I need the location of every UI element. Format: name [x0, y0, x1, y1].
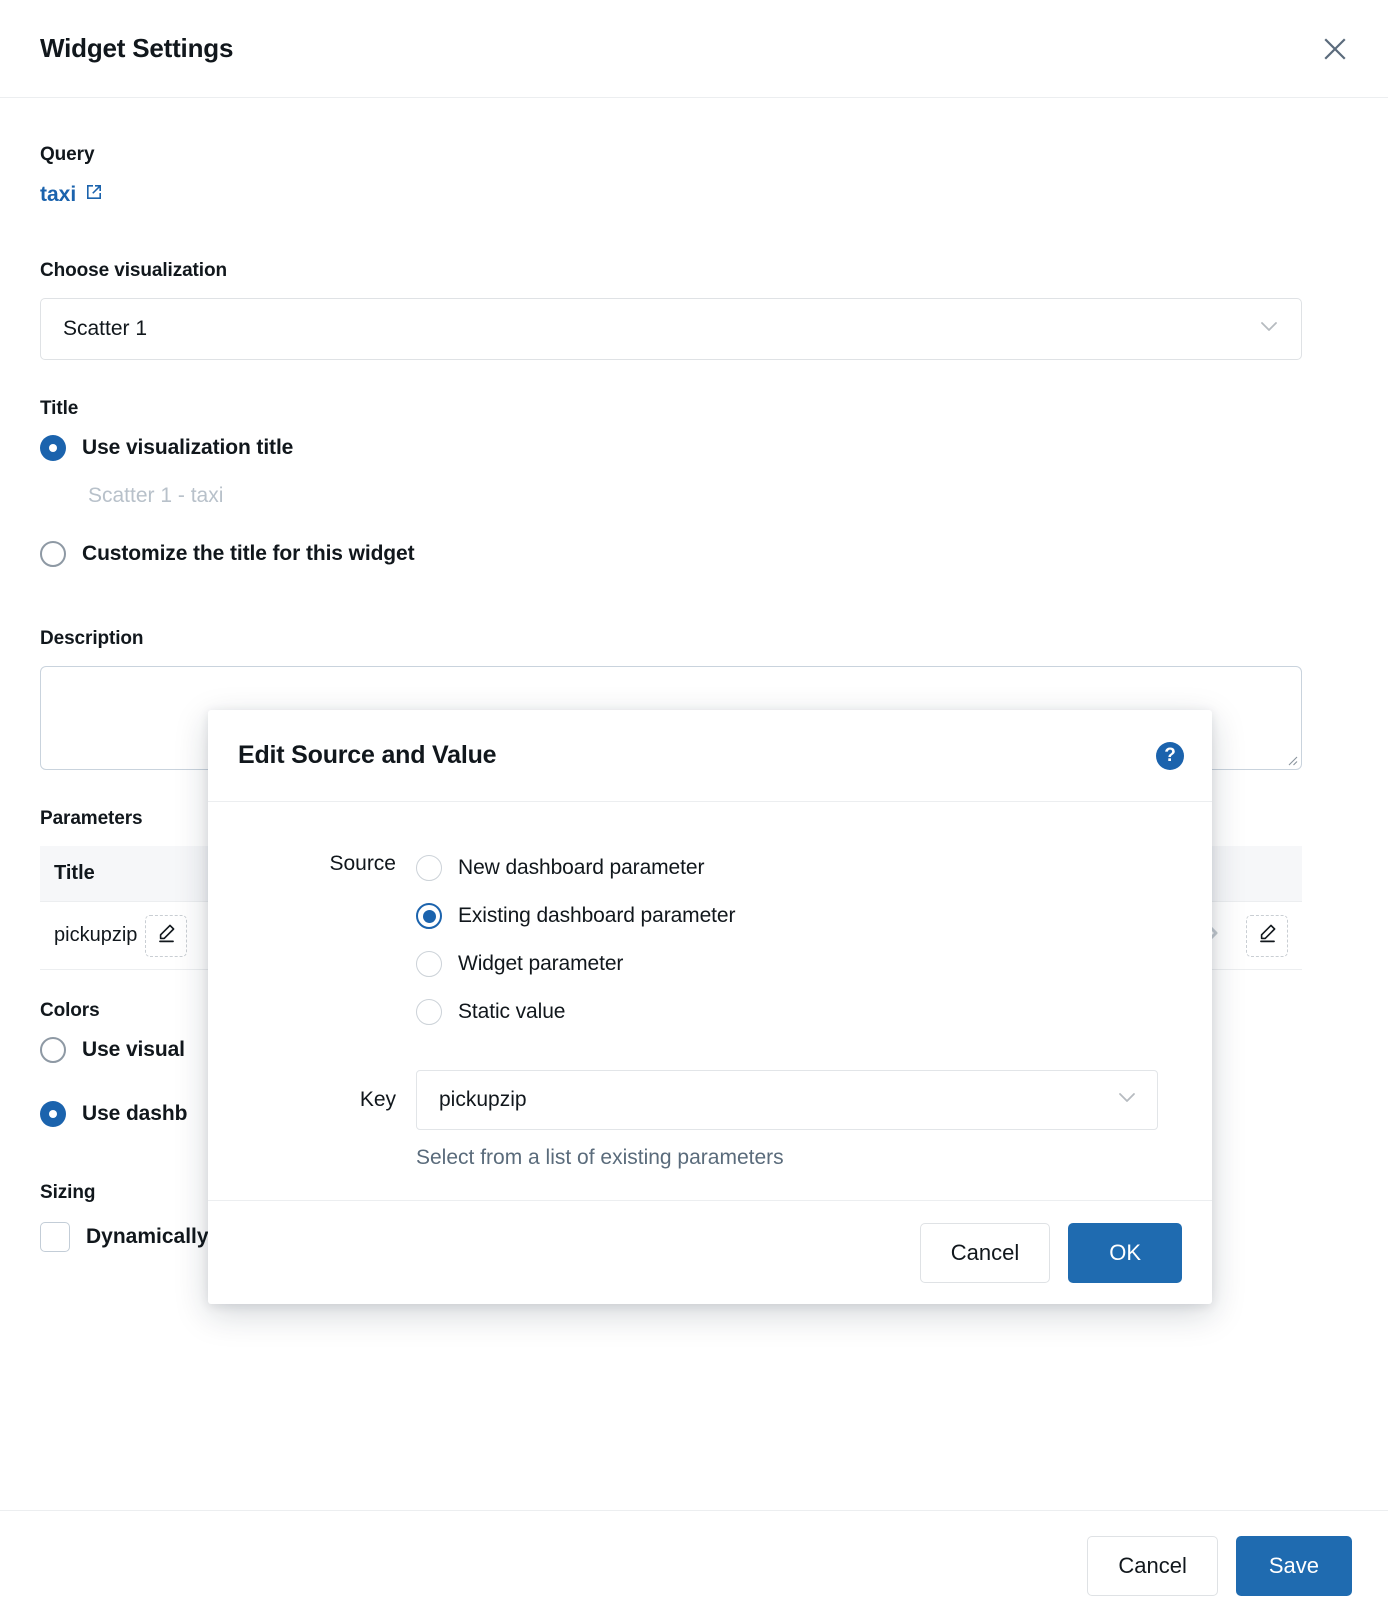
modal-cancel-button[interactable]: Cancel: [920, 1223, 1050, 1283]
radio-indicator: [40, 541, 66, 567]
modal-ok-button[interactable]: OK: [1068, 1223, 1182, 1283]
visualization-section: Choose visualization Scatter 1: [40, 260, 1348, 360]
visualization-label: Choose visualization: [40, 260, 1348, 282]
help-circle-icon[interactable]: ?: [1156, 742, 1184, 770]
radio-existing-dashboard-parameter-label: Existing dashboard parameter: [458, 904, 735, 928]
radio-static-value[interactable]: Static value: [416, 988, 1212, 1036]
radio-colors-use-dashboard-label: Use dashb: [82, 1102, 187, 1126]
chevron-down-icon: [1257, 314, 1281, 344]
parameter-row-edit-button[interactable]: [1246, 915, 1288, 957]
radio-indicator: [40, 1101, 66, 1127]
source-radio-group: New dashboard parameter Existing dashboa…: [416, 844, 1212, 1036]
modal-header: Edit Source and Value ?: [208, 710, 1212, 802]
radio-static-value-label: Static value: [458, 1000, 565, 1024]
title-section: Title Use visualization title Scatter 1 …: [40, 398, 1348, 572]
parameter-title-value: pickupzip: [54, 924, 137, 947]
help-glyph: ?: [1164, 746, 1176, 765]
radio-new-dashboard-parameter[interactable]: New dashboard parameter: [416, 844, 1212, 892]
cancel-button[interactable]: Cancel: [1087, 1536, 1217, 1596]
key-field-control: pickupzip Select from a list of existing…: [416, 1070, 1212, 1170]
radio-customize-title[interactable]: Customize the title for this widget: [40, 536, 1348, 572]
pencil-icon: [1256, 922, 1278, 950]
query-link[interactable]: taxi: [40, 182, 104, 208]
chevron-down-icon: [1115, 1085, 1139, 1115]
query-link-label: taxi: [40, 183, 76, 207]
query-section: Query taxi: [40, 144, 1348, 208]
radio-indicator: [416, 903, 442, 929]
key-label: Key: [208, 1070, 416, 1130]
close-icon: [1322, 36, 1348, 62]
modal-footer: Cancel OK: [208, 1200, 1212, 1304]
key-select[interactable]: pickupzip: [416, 1070, 1158, 1130]
query-label: Query: [40, 144, 1348, 166]
description-label: Description: [40, 628, 1348, 650]
key-field-row: Key pickupzip Select from a list of exis…: [208, 1070, 1212, 1170]
source-field-row: Source New dashboard parameter Existing …: [208, 844, 1212, 1036]
external-link-icon: [84, 182, 104, 208]
radio-indicator: [40, 435, 66, 461]
modal-title: Edit Source and Value: [238, 741, 496, 770]
radio-existing-dashboard-parameter[interactable]: Existing dashboard parameter: [416, 892, 1212, 940]
close-button[interactable]: [1318, 32, 1352, 66]
visualization-title-preview: Scatter 1 - taxi: [88, 484, 1348, 508]
radio-use-visualization-title[interactable]: Use visualization title: [40, 430, 1348, 466]
radio-indicator: [416, 999, 442, 1025]
radio-new-dashboard-parameter-label: New dashboard parameter: [458, 856, 704, 880]
radio-widget-parameter-label: Widget parameter: [458, 952, 623, 976]
title-label: Title: [40, 398, 1348, 420]
page-title: Widget Settings: [40, 33, 233, 64]
source-label: Source: [208, 844, 416, 884]
visualization-select[interactable]: Scatter 1: [40, 298, 1302, 360]
radio-indicator: [416, 855, 442, 881]
resize-grip-icon[interactable]: [1284, 752, 1298, 766]
parameter-edit-button[interactable]: [145, 915, 187, 957]
save-button[interactable]: Save: [1236, 1536, 1352, 1596]
key-hint-text: Select from a list of existing parameter…: [416, 1146, 1212, 1170]
dynamic-resize-checkbox[interactable]: [40, 1222, 70, 1252]
edit-source-and-value-dialog: Edit Source and Value ? Source New dashb…: [208, 710, 1212, 1304]
dialog-footer: Cancel Save: [0, 1510, 1388, 1620]
modal-body: Source New dashboard parameter Existing …: [208, 802, 1212, 1200]
dialog-header: Widget Settings: [0, 0, 1388, 98]
radio-colors-use-visualization-label: Use visual: [82, 1038, 185, 1062]
radio-use-visualization-title-label: Use visualization title: [82, 436, 293, 460]
radio-widget-parameter[interactable]: Widget parameter: [416, 940, 1212, 988]
visualization-selected-value: Scatter 1: [63, 317, 147, 341]
key-selected-value: pickupzip: [439, 1088, 527, 1112]
pencil-icon: [155, 922, 177, 950]
column-header-title: Title: [54, 862, 95, 885]
radio-indicator: [416, 951, 442, 977]
radio-customize-title-label: Customize the title for this widget: [82, 542, 415, 566]
radio-indicator: [40, 1037, 66, 1063]
